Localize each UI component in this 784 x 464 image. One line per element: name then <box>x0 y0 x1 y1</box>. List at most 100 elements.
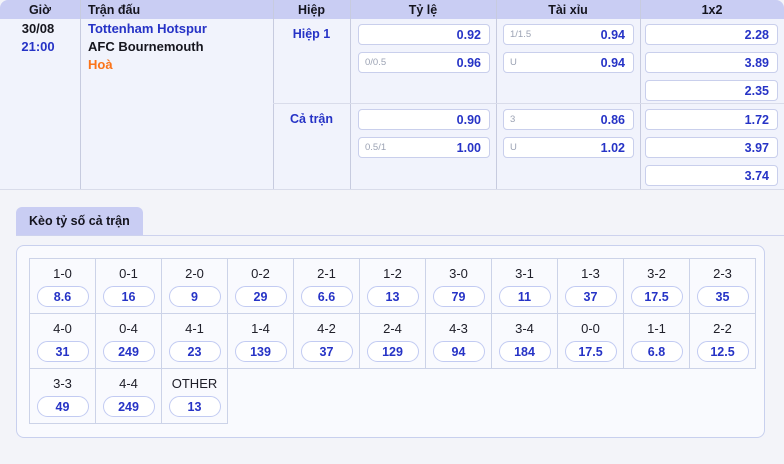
score-cell: 2-0 9 <box>162 259 228 314</box>
score-odds-button[interactable]: 94 <box>432 341 485 362</box>
period-label-first-half: Hiệp 1 <box>292 27 331 41</box>
score-label: 2-0 <box>185 266 204 281</box>
home-team-link[interactable]: Tottenham Hotspur <box>88 20 207 38</box>
score-label: 3-0 <box>449 266 468 281</box>
score-odds-button[interactable]: 23 <box>168 341 221 362</box>
score-odds-button[interactable]: 8.6 <box>36 286 89 307</box>
overunder-line-label: U <box>510 57 517 68</box>
score-label: 4-4 <box>119 376 138 391</box>
odds-value: 1.00 <box>456 140 481 155</box>
score-cell: 0-1 16 <box>96 259 162 314</box>
score-odds-button[interactable]: 6.8 <box>630 341 683 362</box>
period-label-full-time: Cả trận <box>289 112 334 126</box>
score-odds-button[interactable]: 79 <box>432 286 485 307</box>
score-label: 4-3 <box>449 321 468 336</box>
score-label: OTHER <box>171 376 218 391</box>
1x2-away-odds-button[interactable]: 3.74 <box>645 165 778 186</box>
column-divider <box>350 0 351 189</box>
score-label: 1-4 <box>251 321 270 336</box>
column-header-time: Giờ <box>28 2 52 17</box>
score-cell: 4-1 23 <box>162 314 228 369</box>
match-time: 21:00 <box>21 39 55 54</box>
1x2-home-odds-button[interactable]: 2.28 <box>645 24 778 45</box>
score-label: 4-1 <box>185 321 204 336</box>
score-odds-button[interactable]: 17.5 <box>564 341 617 362</box>
score-odds-button[interactable]: 249 <box>102 341 155 362</box>
1x2-draw-odds-button[interactable]: 3.89 <box>645 52 778 73</box>
score-label: 4-0 <box>53 321 72 336</box>
score-label: 1-3 <box>581 266 600 281</box>
section-divider <box>273 103 784 104</box>
score-odds-button[interactable]: 13 <box>168 396 221 417</box>
score-cell: 0-4 249 <box>96 314 162 369</box>
score-cell: 3-4 184 <box>492 314 558 369</box>
odds-value: 2.28 <box>744 27 769 42</box>
score-odds-button[interactable]: 31 <box>36 341 89 362</box>
score-odds-button[interactable]: 184 <box>498 341 551 362</box>
handicap-odds-button[interactable]: 0.90 <box>358 109 490 130</box>
score-grid-row: 4-0 31 0-4 249 4-1 23 1-4 139 4-2 37 2-4 129 4-3 94 3-… <box>30 314 756 369</box>
score-odds-button[interactable]: 129 <box>366 341 419 362</box>
overunder-line-label: 3 <box>510 114 516 125</box>
1x2-home-odds-button[interactable]: 1.72 <box>645 109 778 130</box>
score-odds-button[interactable]: 17.5 <box>630 286 683 307</box>
overunder-odds-button[interactable]: U 0.94 <box>503 52 634 73</box>
score-odds-button[interactable]: 37 <box>300 341 353 362</box>
1x2-away-odds-button[interactable]: 2.35 <box>645 80 778 101</box>
odds-value: 0.92 <box>456 27 481 42</box>
odds-value: 3.74 <box>744 168 769 183</box>
odds-value: 2.35 <box>744 83 769 98</box>
score-odds-button[interactable]: 29 <box>234 286 287 307</box>
score-label: 0-0 <box>581 321 600 336</box>
score-cell: 1-3 37 <box>558 259 624 314</box>
table-bottom-border <box>0 189 784 190</box>
score-cell: 1-1 6.8 <box>624 314 690 369</box>
score-cell: 4-4 249 <box>96 369 162 424</box>
column-header-match: Trận đấu <box>88 2 141 17</box>
1x2-draw-odds-button[interactable]: 3.97 <box>645 137 778 158</box>
overunder-line-label: U <box>510 142 517 153</box>
score-odds-button[interactable]: 12.5 <box>696 341 749 362</box>
score-odds-button[interactable]: 16 <box>102 286 155 307</box>
overunder-odds-button[interactable]: U 1.02 <box>503 137 634 158</box>
score-grid-row: 1-0 8.6 0-1 16 2-0 9 0-2 29 2-1 6.6 1-2 13 3-0 79 3-1 1… <box>30 259 756 314</box>
score-cell: 4-2 37 <box>294 314 360 369</box>
handicap-odds-button[interactable]: 0.92 <box>358 24 490 45</box>
score-odds-button[interactable]: 49 <box>36 396 89 417</box>
odds-value: 1.02 <box>600 140 625 155</box>
score-odds-button[interactable]: 249 <box>102 396 155 417</box>
odds-value: 3.89 <box>744 55 769 70</box>
odds-value: 0.94 <box>600 27 625 42</box>
handicap-odds-button[interactable]: 0/0.5 0.96 <box>358 52 490 73</box>
score-label: 0-1 <box>119 266 138 281</box>
score-label: 3-4 <box>515 321 534 336</box>
away-team-name: AFC Bournemouth <box>88 39 204 54</box>
overunder-odds-button[interactable]: 1/1.5 0.94 <box>503 24 634 45</box>
score-odds-button[interactable]: 13 <box>366 286 419 307</box>
score-cell: 2-4 129 <box>360 314 426 369</box>
score-odds-button[interactable]: 11 <box>498 286 551 307</box>
column-header-period: Hiệp <box>297 2 326 17</box>
handicap-odds-button[interactable]: 0.5/1 1.00 <box>358 137 490 158</box>
handicap-line-label: 0.5/1 <box>365 142 387 153</box>
score-label: 3-2 <box>647 266 666 281</box>
odds-value: 1.72 <box>744 112 769 127</box>
tab-correct-score[interactable]: Kèo tỷ số cả trận <box>16 207 143 235</box>
match-date: 30/08 <box>21 21 55 36</box>
score-cell: 1-4 139 <box>228 314 294 369</box>
column-header-handicap: Tỷ lệ <box>408 2 438 17</box>
odds-value: 3.97 <box>744 140 769 155</box>
column-divider <box>496 0 497 189</box>
score-label: 3-3 <box>53 376 72 391</box>
score-odds-button[interactable]: 37 <box>564 286 617 307</box>
score-grid: 1-0 8.6 0-1 16 2-0 9 0-2 29 2-1 6.6 1-2 13 3-0 79 3-1 1… <box>29 258 756 424</box>
score-cell: OTHER 13 <box>162 369 228 424</box>
score-odds-button[interactable]: 35 <box>696 286 749 307</box>
score-label: 4-2 <box>317 321 336 336</box>
score-label: 2-2 <box>713 321 732 336</box>
score-odds-button[interactable]: 6.6 <box>300 286 353 307</box>
score-odds-button[interactable]: 9 <box>168 286 221 307</box>
score-label: 0-2 <box>251 266 270 281</box>
score-odds-button[interactable]: 139 <box>234 341 287 362</box>
overunder-odds-button[interactable]: 3 0.86 <box>503 109 634 130</box>
